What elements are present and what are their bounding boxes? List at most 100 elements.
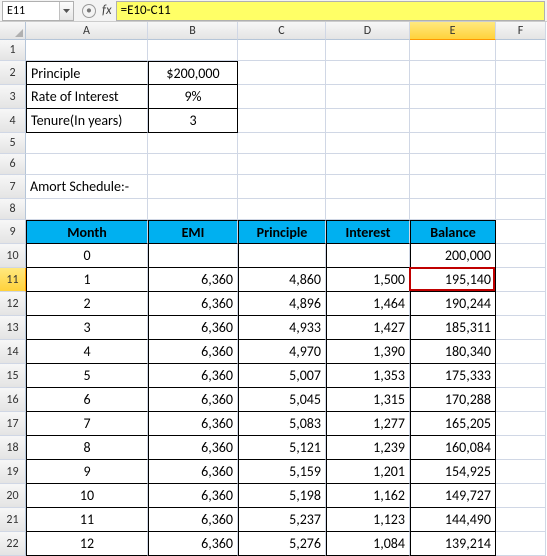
cell-balance[interactable]: 195,140: [410, 268, 496, 292]
row-header[interactable]: 9: [0, 220, 26, 244]
cell-interest[interactable]: 1,162: [326, 484, 410, 508]
cell-interest[interactable]: 1,239: [326, 436, 410, 460]
cell[interactable]: [496, 175, 546, 199]
row-header[interactable]: 2: [0, 61, 26, 85]
col-header-d[interactable]: D: [326, 22, 410, 40]
cell-month[interactable]: 5: [26, 364, 148, 388]
cell-principle[interactable]: 4,860: [238, 268, 326, 292]
cell[interactable]: [496, 292, 546, 316]
cell-principle[interactable]: 5,159: [238, 460, 326, 484]
cell-balance[interactable]: 175,333: [410, 364, 496, 388]
cell[interactable]: [410, 40, 496, 61]
cell-month[interactable]: 9: [26, 460, 148, 484]
cell-emi[interactable]: 6,360: [148, 412, 238, 436]
row-header[interactable]: 18: [0, 436, 26, 460]
cell-interest[interactable]: 1,084: [326, 532, 410, 556]
cell[interactable]: [326, 133, 410, 154]
cell[interactable]: [496, 316, 546, 340]
cell[interactable]: [496, 61, 546, 85]
name-box[interactable]: E11: [2, 1, 74, 21]
cell-month[interactable]: 6: [26, 388, 148, 412]
cell[interactable]: [26, 40, 148, 61]
cell-emi[interactable]: 6,360: [148, 460, 238, 484]
cell[interactable]: [496, 436, 546, 460]
row-header[interactable]: 1: [0, 40, 26, 61]
cell[interactable]: [148, 199, 238, 220]
cell-balance[interactable]: 165,205: [410, 412, 496, 436]
cell[interactable]: [326, 61, 410, 85]
cell[interactable]: [238, 109, 326, 133]
row-header[interactable]: 16: [0, 388, 26, 412]
row-header[interactable]: 12: [0, 292, 26, 316]
cell[interactable]: [410, 109, 496, 133]
cell[interactable]: [410, 133, 496, 154]
row-header[interactable]: 14: [0, 340, 26, 364]
cell[interactable]: [26, 154, 148, 175]
cell-interest[interactable]: 1,201: [326, 460, 410, 484]
cell-balance[interactable]: 139,214: [410, 532, 496, 556]
cell[interactable]: [326, 85, 410, 109]
cell-principle-value[interactable]: $200,000: [148, 61, 238, 85]
cell[interactable]: [496, 154, 546, 175]
cell[interactable]: [326, 175, 410, 199]
cell-interest[interactable]: 1,353: [326, 364, 410, 388]
cell[interactable]: [496, 388, 546, 412]
cell[interactable]: [496, 364, 546, 388]
cell-principle[interactable]: 5,045: [238, 388, 326, 412]
cell[interactable]: [496, 109, 546, 133]
row-header[interactable]: 21: [0, 508, 26, 532]
cell[interactable]: [496, 412, 546, 436]
row-header[interactable]: 22: [0, 532, 26, 556]
cell-month[interactable]: 0: [26, 244, 148, 268]
cell-rate-value[interactable]: 9%: [148, 85, 238, 109]
cell-interest[interactable]: 1,390: [326, 340, 410, 364]
cell[interactable]: [238, 40, 326, 61]
cell[interactable]: [326, 154, 410, 175]
cell[interactable]: [496, 244, 546, 268]
row-header[interactable]: 5: [0, 133, 26, 154]
cell-emi[interactable]: 6,360: [148, 508, 238, 532]
cell[interactable]: [238, 175, 326, 199]
cell[interactable]: [26, 133, 148, 154]
cell-principle-label[interactable]: Principle: [26, 61, 148, 85]
table-header-emi[interactable]: EMI: [148, 220, 238, 244]
cell-principle[interactable]: 5,083: [238, 412, 326, 436]
cell[interactable]: [496, 220, 546, 244]
fx-icon[interactable]: fx: [102, 3, 112, 18]
cell-interest[interactable]: [326, 244, 410, 268]
cell[interactable]: [238, 199, 326, 220]
cell[interactable]: [496, 508, 546, 532]
cell-month[interactable]: 2: [26, 292, 148, 316]
row-header[interactable]: 11: [0, 268, 26, 292]
cell[interactable]: [326, 199, 410, 220]
cell-month[interactable]: 8: [26, 436, 148, 460]
col-header-f[interactable]: F: [496, 22, 546, 40]
cell[interactable]: [148, 40, 238, 61]
cell-principle[interactable]: 4,933: [238, 316, 326, 340]
table-header-principle[interactable]: Principle: [238, 220, 326, 244]
cell-month[interactable]: 4: [26, 340, 148, 364]
row-header[interactable]: 17: [0, 412, 26, 436]
cell[interactable]: [26, 199, 148, 220]
cell-emi[interactable]: 6,360: [148, 364, 238, 388]
col-header-b[interactable]: B: [148, 22, 238, 40]
cell-interest[interactable]: 1,427: [326, 316, 410, 340]
cell[interactable]: [148, 133, 238, 154]
cell-interest[interactable]: 1,315: [326, 388, 410, 412]
cell-principle[interactable]: 4,896: [238, 292, 326, 316]
cell[interactable]: [326, 40, 410, 61]
cell[interactable]: [326, 109, 410, 133]
cell[interactable]: [238, 154, 326, 175]
cell-tenure-label[interactable]: Tenure(In years): [26, 109, 148, 133]
cell-month[interactable]: 3: [26, 316, 148, 340]
table-header-balance[interactable]: Balance: [410, 220, 496, 244]
cell[interactable]: [496, 133, 546, 154]
cell-month[interactable]: 11: [26, 508, 148, 532]
cell-principle[interactable]: 4,970: [238, 340, 326, 364]
table-header-month[interactable]: Month: [26, 220, 148, 244]
cell-principle[interactable]: 5,007: [238, 364, 326, 388]
cell[interactable]: [496, 340, 546, 364]
cell[interactable]: [410, 199, 496, 220]
cell-balance[interactable]: 170,288: [410, 388, 496, 412]
row-header[interactable]: 4: [0, 109, 26, 133]
